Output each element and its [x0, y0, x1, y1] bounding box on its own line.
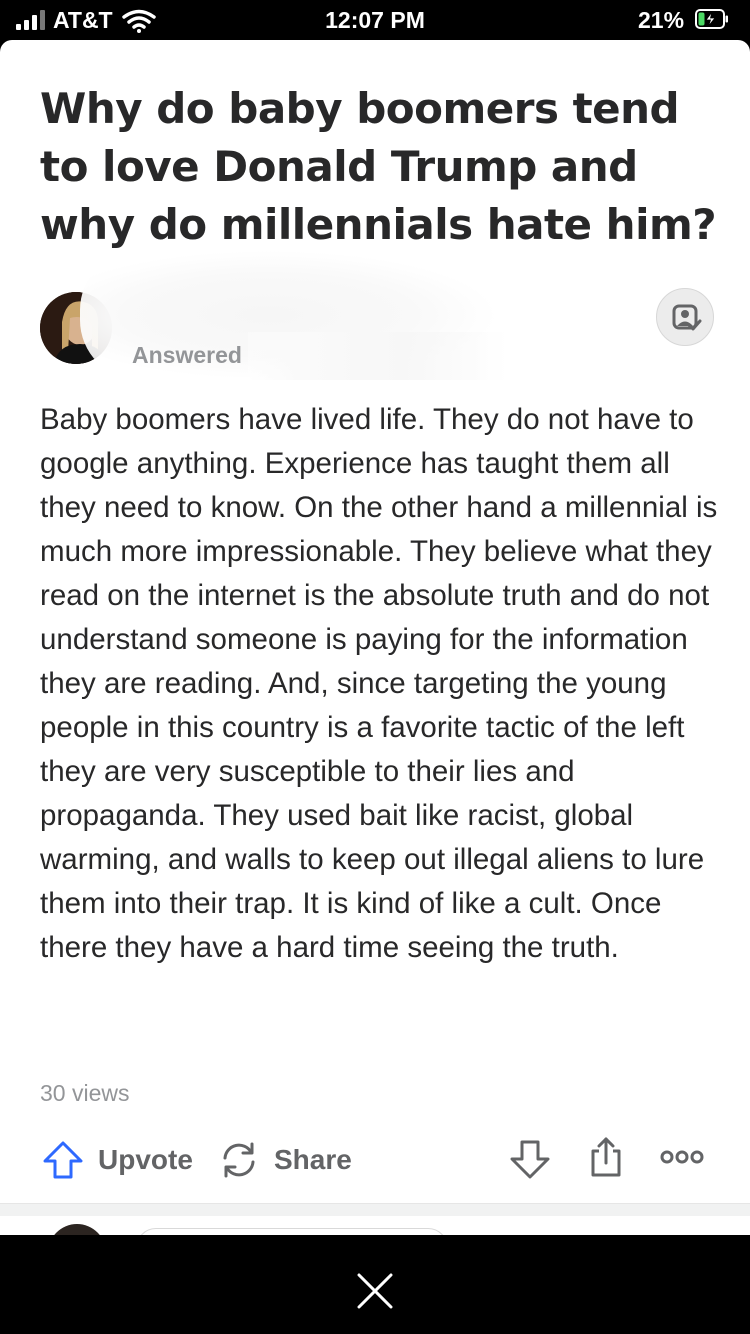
action-bar: Upvote Share [0, 1135, 750, 1191]
section-divider [0, 1203, 750, 1216]
answer-sheet: Why do baby boomers tend to love Donald … [0, 40, 750, 1235]
screen: AT&T 12:07 PM 21% Why do baby boomers te… [0, 0, 750, 1334]
share-label: Share [274, 1144, 352, 1175]
upvote-arrow-icon [43, 1141, 83, 1179]
close-icon[interactable] [355, 1271, 395, 1311]
downvote-arrow-icon [510, 1140, 550, 1179]
share-button[interactable]: Share [218, 1135, 352, 1185]
redacted-answer-date [248, 332, 508, 380]
next-answer-pill[interactable] [136, 1228, 448, 1235]
answer-body: Baby boomers have lived life. They do no… [40, 403, 718, 964]
battery-percent: 21% [638, 7, 685, 33]
bottom-bar [0, 1235, 750, 1334]
more-dots-icon [660, 1150, 704, 1164]
answered-label: Answered [132, 342, 242, 368]
next-answer-avatar[interactable] [48, 1224, 106, 1235]
share-cycle-icon [223, 1142, 255, 1178]
upvote-button[interactable]: Upvote [42, 1135, 193, 1185]
downvote-button[interactable] [508, 1137, 552, 1186]
export-icon [591, 1137, 621, 1177]
upvote-label: Upvote [98, 1144, 193, 1175]
status-bar: AT&T 12:07 PM 21% [0, 0, 750, 40]
battery-charging-icon [695, 9, 728, 29]
follow-person-icon [672, 304, 702, 331]
more-button[interactable] [660, 1147, 704, 1172]
follow-author-button[interactable] [656, 288, 714, 346]
view-count: 30 views [40, 1080, 130, 1106]
question-title[interactable]: Why do baby boomers tend to love Donald … [40, 80, 720, 254]
export-button[interactable] [588, 1135, 624, 1184]
